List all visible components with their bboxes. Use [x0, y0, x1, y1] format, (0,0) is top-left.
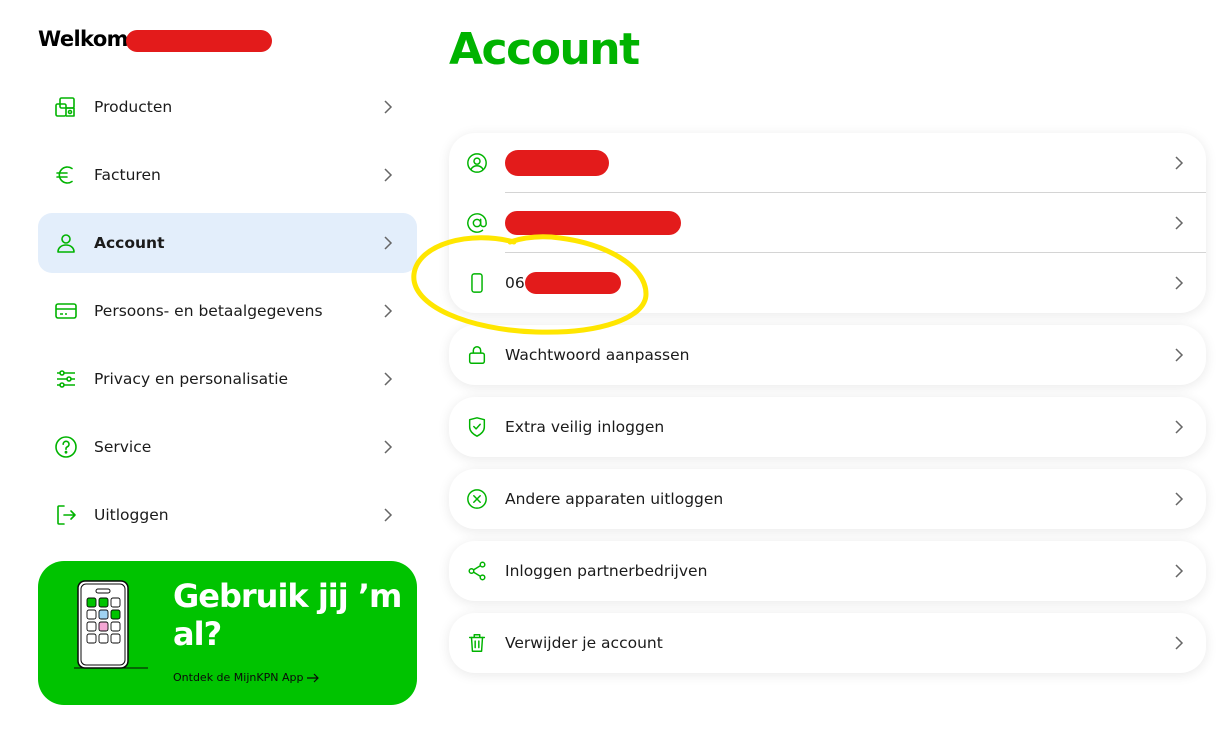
row-label: Wachtwoord aanpassen — [505, 346, 690, 364]
name-value — [505, 150, 1172, 176]
chevron-right-icon — [381, 372, 395, 386]
partner-login-row[interactable]: Inloggen partnerbedrijven — [449, 541, 1206, 601]
user-circle-icon — [465, 151, 489, 175]
row-label: Verwijder je account — [505, 634, 663, 652]
sidebar-item-label: Producten — [94, 98, 173, 116]
sidebar-item-producten[interactable]: Producten — [38, 77, 417, 137]
promo-title: Gebruik jij ’m al? — [173, 577, 402, 653]
extra-secure-login-row[interactable]: Extra veilig inloggen — [449, 397, 1206, 457]
phone-row[interactable]: 06 — [449, 253, 1206, 313]
welcome-header: Welkom — [38, 24, 272, 54]
sidebar-item-persoonsgegevens[interactable]: Persoons- en betaalgegevens — [38, 281, 417, 341]
chevron-right-icon — [1172, 636, 1186, 650]
euro-icon — [52, 161, 80, 189]
chevron-right-icon — [1172, 348, 1186, 362]
chevron-right-icon — [381, 168, 395, 182]
app-promo-banner[interactable]: Gebruik jij ’m al? Ontdek de MijnKPN App — [38, 561, 417, 705]
sidebar-item-facturen[interactable]: Facturen — [38, 145, 417, 205]
chevron-right-icon — [1172, 156, 1186, 170]
at-sign-icon — [465, 211, 489, 235]
delete-account-row[interactable]: Verwijder je account — [449, 613, 1206, 673]
name-row[interactable] — [449, 133, 1206, 193]
logout-other-devices-row[interactable]: Andere apparaten uitloggen — [449, 469, 1206, 529]
lock-icon — [465, 343, 489, 367]
sidebar-item-label: Privacy en personalisatie — [94, 370, 289, 388]
sidebar-item-privacy[interactable]: Privacy en personalisatie — [38, 349, 417, 409]
help-circle-icon — [52, 433, 80, 461]
chevron-right-icon — [1172, 492, 1186, 506]
arrow-right-icon — [307, 673, 320, 682]
setting-card-delete: Verwijder je account — [449, 613, 1206, 673]
email-row[interactable] — [449, 193, 1206, 253]
chevron-right-icon — [1172, 564, 1186, 578]
promo-link[interactable]: Ontdek de MijnKPN App — [173, 671, 320, 684]
welcome-text: Welkom — [38, 27, 129, 51]
sliders-icon — [52, 365, 80, 393]
chevron-right-icon — [1172, 420, 1186, 434]
credit-card-icon — [52, 297, 80, 325]
trash-icon — [465, 631, 489, 655]
user-icon — [52, 229, 80, 257]
sidebar-item-label: Facturen — [94, 166, 161, 184]
row-label: Andere apparaten uitloggen — [505, 490, 724, 508]
sidebar-item-label: Persoons- en betaalgegevens — [94, 302, 323, 320]
sidebar-item-label: Account — [94, 234, 165, 252]
logout-icon — [52, 501, 80, 529]
phone-prefix: 06 — [505, 274, 525, 292]
contact-details-card: 06 — [449, 133, 1206, 313]
chevron-right-icon — [1172, 216, 1186, 230]
page-title: Account — [449, 24, 640, 75]
redacted-name — [505, 150, 609, 176]
sidebar-item-label: Service — [94, 438, 152, 456]
setting-card-devices: Andere apparaten uitloggen — [449, 469, 1206, 529]
row-label: Extra veilig inloggen — [505, 418, 665, 436]
chevron-right-icon — [381, 100, 395, 114]
redacted-name — [125, 30, 272, 52]
x-circle-icon — [465, 487, 489, 511]
setting-card-2fa: Extra veilig inloggen — [449, 397, 1206, 457]
email-value — [505, 211, 1172, 235]
sidebar-nav: Producten Facturen Account Persoons- en … — [38, 77, 417, 553]
mobile-phone-icon — [465, 271, 489, 295]
chevron-right-icon — [381, 236, 395, 250]
home-devices-icon — [52, 93, 80, 121]
sidebar-item-label: Uitloggen — [94, 506, 169, 524]
chevron-right-icon — [381, 440, 395, 454]
shield-check-icon — [465, 415, 489, 439]
chevron-right-icon — [381, 304, 395, 318]
chevron-right-icon — [1172, 276, 1186, 290]
redacted-email — [505, 211, 681, 235]
phone-value: 06 — [505, 272, 1172, 294]
setting-card-partners: Inloggen partnerbedrijven — [449, 541, 1206, 601]
row-label: Inloggen partnerbedrijven — [505, 562, 708, 580]
promo-link-label: Ontdek de MijnKPN App — [173, 671, 304, 684]
chevron-right-icon — [381, 508, 395, 522]
phone-app-illustration — [74, 580, 148, 669]
share-icon — [465, 559, 489, 583]
sidebar-item-account[interactable]: Account — [38, 213, 417, 273]
change-password-row[interactable]: Wachtwoord aanpassen — [449, 325, 1206, 385]
redacted-phone — [524, 272, 621, 294]
sidebar-item-service[interactable]: Service — [38, 417, 417, 477]
setting-card-password: Wachtwoord aanpassen — [449, 325, 1206, 385]
sidebar-item-uitloggen[interactable]: Uitloggen — [38, 485, 417, 545]
